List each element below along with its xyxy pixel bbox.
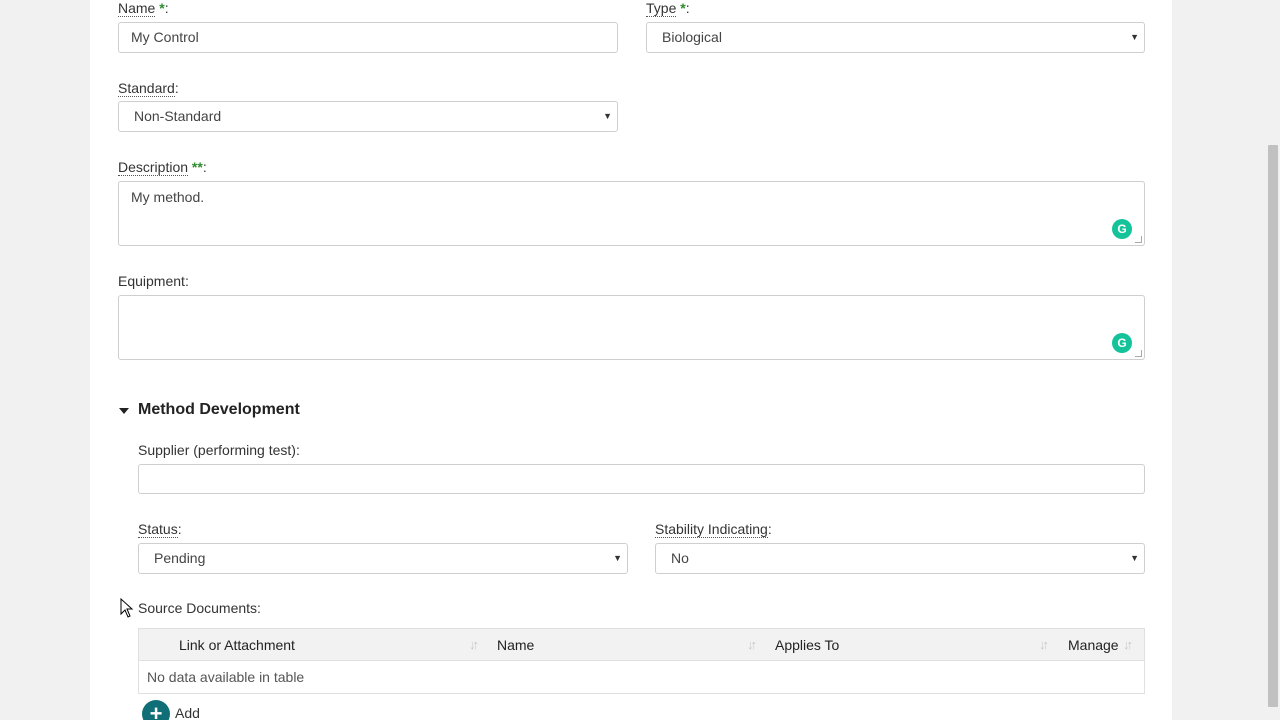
scrollbar-thumb[interactable] [1268,145,1278,707]
grammarly-icon[interactable]: G [1112,219,1132,239]
name-label: Name *: [118,0,169,17]
scrollbar-track[interactable] [1266,0,1280,720]
chevron-down-icon: ▼ [603,111,612,121]
chevron-down-icon: ▼ [1130,553,1139,563]
sort-icon[interactable]: ↓↑ [1123,637,1133,652]
standard-select[interactable]: Non-Standard ▼ [118,101,618,132]
supplier-input[interactable] [138,464,1145,494]
column-header-manage[interactable]: Manage [1068,629,1119,662]
status-select[interactable]: Pending ▼ [138,543,628,574]
add-button-label[interactable]: Add [175,705,200,720]
resize-handle[interactable] [1135,350,1142,357]
sort-icon[interactable]: ↓↑ [469,637,479,652]
equipment-label: Equipment: [118,273,189,289]
empty-table-message: No data available in table [147,669,305,685]
grammarly-icon[interactable]: G [1112,333,1132,353]
section-title[interactable]: Method Development [138,401,300,419]
table-body: No data available in table [138,661,1145,694]
table-header: Link or Attachment ↓↑ Name ↓↑ Applies To… [138,628,1145,661]
stability-select[interactable]: No ▼ [655,543,1145,574]
column-header-link[interactable]: Link or Attachment [179,629,295,662]
mouse-pointer-icon [120,598,134,618]
chevron-down-icon: ▼ [1130,32,1139,42]
supplier-label: Supplier (performing test): [138,442,300,458]
standard-label: Standard: [118,80,179,97]
source-documents-label: Source Documents: [138,600,261,616]
equipment-textarea[interactable]: G [118,295,1145,360]
type-label: Type *: [646,0,690,17]
resize-handle[interactable] [1135,236,1142,243]
stability-label: Stability Indicating: [655,521,772,538]
add-icon[interactable]: + [142,700,170,720]
description-textarea[interactable]: My method. G [118,181,1145,246]
collapse-triangle-icon[interactable] [119,408,129,414]
column-header-name[interactable]: Name [497,629,534,662]
sort-icon[interactable]: ↓↑ [1039,637,1049,652]
status-label: Status: [138,521,182,538]
description-label: Description **: [118,159,207,176]
column-header-applies-to[interactable]: Applies To [775,629,839,662]
name-input[interactable]: My Control [118,22,618,53]
sort-icon[interactable]: ↓↑ [747,637,757,652]
type-select[interactable]: Biological ▼ [646,22,1145,53]
chevron-down-icon: ▼ [613,553,622,563]
